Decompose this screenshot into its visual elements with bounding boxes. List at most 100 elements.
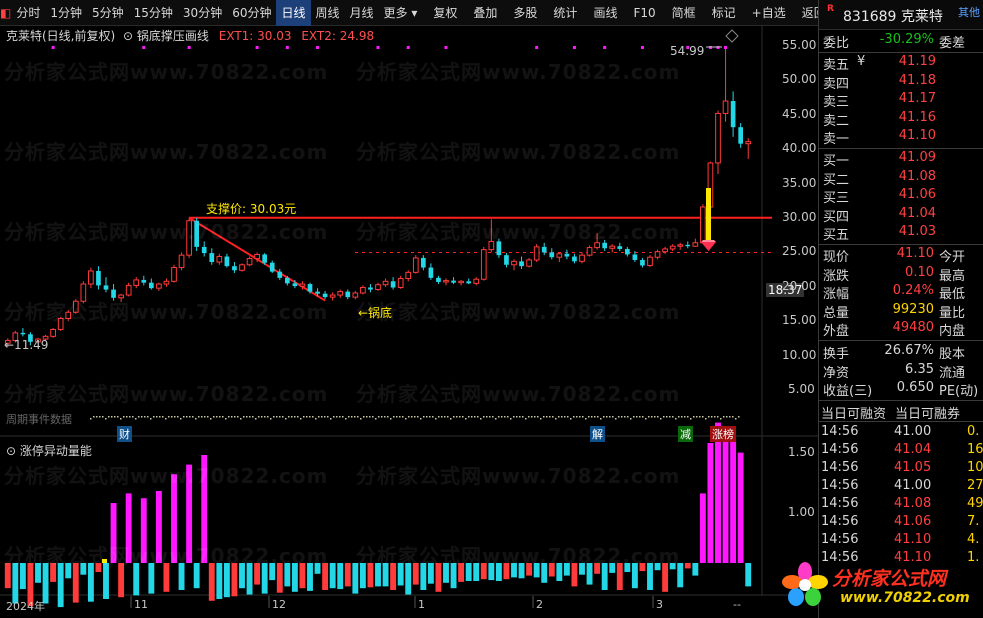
candle (533, 244, 540, 263)
event-dot (246, 416, 248, 418)
ext1-value: EXT1: 30.03 (218, 29, 292, 43)
event-strip-label: 周期事件数据 (6, 413, 72, 426)
date-tick: -- (733, 598, 741, 611)
stat2-row-1-value: 6.35 (905, 361, 934, 377)
stat-row-4-value: 49480 (892, 320, 934, 335)
candle (118, 293, 124, 302)
signal-marker (285, 46, 289, 49)
period-tab-3[interactable]: 15分钟 (129, 0, 178, 26)
event-dot (369, 416, 371, 418)
volume-marker (102, 559, 107, 563)
event-dot (177, 416, 179, 418)
event-dot (363, 416, 365, 418)
stat-row-0-label: 现价 (823, 250, 850, 265)
candle (480, 246, 487, 281)
stat-row-2-value: 0.24% (892, 283, 934, 298)
event-dot (516, 416, 518, 418)
stat-row-0-right: 今开 (939, 250, 966, 265)
event-dot (720, 418, 722, 420)
period-tab-8[interactable]: 月线 (345, 0, 379, 26)
candle (201, 241, 207, 257)
event-dot (414, 416, 416, 418)
divider (819, 52, 983, 53)
date-tick: 2024年 (6, 600, 45, 613)
bid-row-4-label: 买五 (823, 228, 850, 243)
tick-price: 41.06 (894, 514, 932, 529)
volume-bar (654, 563, 661, 571)
signal-marker (316, 46, 320, 49)
toolbar-button-8[interactable]: +自选 (747, 0, 791, 26)
event-dot (153, 416, 155, 418)
event-dot (492, 416, 494, 418)
volume-bar (50, 563, 57, 582)
event-dot (528, 416, 530, 418)
bid-row-0-label: 买一 (823, 154, 850, 169)
candle (368, 284, 373, 293)
stat2-row-2-label: 收益(三) (823, 384, 873, 399)
toolbar-button-5[interactable]: F10 (628, 0, 660, 26)
toolbar-button-4[interactable]: 画线 (588, 0, 622, 26)
volume-bar (329, 563, 336, 589)
event-dot (558, 416, 560, 418)
volume-bar (737, 452, 744, 563)
weibi-row-value: -30.29% (879, 32, 934, 47)
tick-volume: 16. (967, 442, 983, 457)
volume-bar (254, 563, 261, 585)
volume-bar (337, 563, 344, 590)
candle (511, 259, 517, 271)
toolbar-button-1[interactable]: 叠加 (468, 0, 502, 26)
candle (617, 242, 623, 252)
toolbar-button-7[interactable]: 标记 (707, 0, 741, 26)
tick-volume: 4. (967, 532, 980, 547)
event-dot (315, 418, 317, 420)
toolbar-button-3[interactable]: 统计 (548, 0, 582, 26)
period-tab-0[interactable]: 分时 (11, 0, 45, 26)
indicator-title[interactable]: ⊙ 锅底撑压画线 (123, 29, 209, 43)
period-tab-4[interactable]: 30分钟 (178, 0, 227, 26)
period-tab-9[interactable]: 更多 ▾ (379, 0, 423, 26)
event-dot (105, 418, 107, 420)
period-tab-2[interactable]: 5分钟 (87, 0, 129, 26)
candle (329, 292, 336, 301)
event-dot (411, 416, 413, 418)
event-dot (345, 418, 347, 420)
event-dot (192, 416, 194, 418)
toolbar-button-0[interactable]: 复权 (428, 0, 462, 26)
event-dot (111, 416, 113, 418)
event-dot (579, 416, 581, 418)
period-tab-1[interactable]: 1分钟 (45, 0, 87, 26)
event-dot (465, 418, 467, 420)
candle (96, 266, 101, 290)
event-dot (186, 416, 188, 418)
toolbar-button-6[interactable]: 简框 (667, 0, 701, 26)
period-tab-7[interactable]: 周线 (311, 0, 345, 26)
event-tag[interactable]: 财 (117, 426, 132, 442)
panel-header: R 831689 克莱特 其他 (819, 0, 983, 30)
toolbar-button-2[interactable]: 多股 (508, 0, 542, 26)
event-dot (486, 416, 488, 418)
diamond-icon (701, 242, 716, 251)
ask-row-0-value: 41.19 (898, 54, 936, 69)
stat-row-4: 外盘 49480 内盘 (819, 320, 983, 339)
period-tab-6[interactable]: 日线 (276, 0, 311, 26)
event-dot (570, 418, 572, 420)
stat2-row-0: 换手 26.67% 股本 (819, 343, 983, 362)
signal-marker (640, 46, 644, 49)
candle (504, 253, 509, 268)
candle (519, 256, 524, 269)
candle (88, 267, 94, 289)
event-tag[interactable]: 涨榜 (710, 426, 736, 442)
event-dot (666, 416, 668, 418)
event-dot (549, 416, 551, 418)
period-tab-5[interactable]: 60分钟 (227, 0, 276, 26)
event-tag[interactable]: 解 (590, 426, 605, 442)
event-dot (585, 418, 587, 420)
bid-row-1: 买二 41.08 (819, 169, 983, 188)
volume-bar (616, 563, 623, 590)
event-dot (270, 418, 272, 420)
signal-marker (142, 46, 146, 49)
event-tag[interactable]: 减 (678, 426, 693, 442)
other-link[interactable]: 其他 (958, 4, 980, 20)
volume-bar (677, 563, 684, 588)
volume-bar (344, 563, 351, 587)
